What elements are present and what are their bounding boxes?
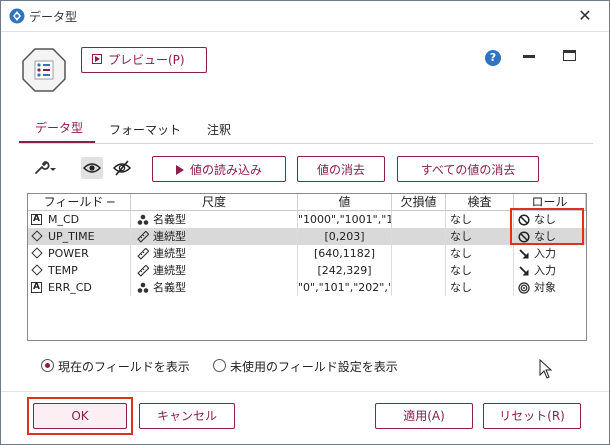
missing-cell[interactable] [392,245,446,262]
values-cell[interactable]: "1000","1001","1... [298,211,392,228]
field-name: UP_TIME [48,230,95,243]
string-type-icon: A [31,282,42,293]
input-role-icon [519,249,529,259]
table-row[interactable]: A M_CD 名義型 "1000","1001","1... なし なし [28,211,586,228]
footer-divider [1,391,609,392]
field-name: POWER [48,247,89,260]
data-type-dialog: データ型 ✕ プレビュー(P) ? データ型 フォーマット 注釈 値の読み込み … [0,0,610,445]
type-node-icon [22,48,66,92]
values-cell[interactable]: [242,329] [298,262,392,279]
role-highlight-box [510,208,584,245]
string-type-icon: A [31,214,42,225]
column-header-missing[interactable]: 欠損値 [392,194,446,211]
column-header-measure[interactable]: 尺度 [131,194,298,211]
missing-cell[interactable] [392,279,446,296]
role-label[interactable]: 対象 [534,279,556,296]
title-divider [1,31,609,32]
preview-label: プレビュー(P) [108,53,185,67]
reset-button[interactable]: リセット(R) [483,403,581,429]
maximize-icon[interactable] [563,50,576,61]
measure-label: 名義型 [153,281,186,294]
nominal-icon [137,214,149,225]
table-row[interactable]: A ERR_CD 名義型 "0","101","202","... なし 対象 [28,279,586,296]
apply-button[interactable]: 適用(A) [375,403,473,429]
table-row[interactable]: TEMP 連続型 [242,329] なし 入力 [28,262,586,279]
show-current-fields-label[interactable]: 現在のフィールドを表示 [58,358,190,375]
values-cell[interactable]: [640,1182] [298,245,392,262]
show-unused-settings-radio[interactable] [213,359,226,372]
role-label[interactable]: 入力 [534,245,556,262]
app-logo-icon [9,8,25,24]
role-label[interactable]: 入力 [534,262,556,279]
target-role-icon [518,282,530,294]
check-cell[interactable]: なし [446,279,514,296]
minimize-icon[interactable] [523,55,535,58]
measure-label: 連続型 [153,230,186,243]
show-unused-settings-label[interactable]: 未使用のフィールド設定を表示 [230,358,398,375]
tab-format[interactable]: フォーマット [109,121,181,138]
real-type-icon [31,230,43,242]
tab-data-type[interactable]: データ型 [35,119,83,136]
missing-cell[interactable] [392,262,446,279]
values-cell[interactable]: [0,203] [298,228,392,245]
clear-all-values-button[interactable]: すべての値の消去 [397,156,539,182]
values-cell[interactable]: "0","101","202","... [298,279,392,296]
measure-label: 名義型 [153,213,186,226]
continuous-icon [137,248,149,260]
input-role-icon [519,266,529,276]
check-cell[interactable]: なし [446,228,514,245]
table-row[interactable]: POWER 連続型 [640,1182] なし 入力 [28,245,586,262]
real-type-icon [31,247,43,259]
clear-values-button[interactable]: 値の消去 [297,156,385,182]
show-current-fields-radio[interactable] [41,359,54,372]
check-cell[interactable]: なし [446,262,514,279]
measure-label: 連続型 [153,247,186,260]
preview-button[interactable]: プレビュー(P) [81,47,207,73]
window-title: データ型 [29,10,78,24]
show-fields-toggle[interactable] [81,157,103,179]
missing-cell[interactable] [392,211,446,228]
column-header-check[interactable]: 検査 [446,194,514,211]
tab-divider [19,143,593,144]
continuous-icon [137,265,149,277]
wrench-menu-icon[interactable] [33,160,57,176]
play-icon [175,164,184,175]
column-header-values[interactable]: 値 [298,194,392,211]
eye-icon [82,163,102,173]
title-bar: データ型 ✕ [1,1,609,31]
field-name: M_CD [48,213,80,226]
hide-fields-icon[interactable] [111,157,133,179]
missing-cell[interactable] [392,228,446,245]
check-cell[interactable]: なし [446,245,514,262]
preview-icon [92,54,102,64]
real-type-icon [31,264,43,276]
field-type-table: フィールド ─ 尺度 値 欠損値 検査 ロール A M_CD 名義型 "1000… [27,193,587,341]
nominal-icon [137,282,149,293]
ok-highlight-box [27,397,133,435]
read-values-label: 値の読み込み [189,163,262,177]
cancel-button[interactable]: キャンセル [139,403,235,429]
check-cell[interactable]: なし [446,211,514,228]
field-name: TEMP [48,264,78,277]
mouse-cursor-icon [539,359,553,379]
table-row[interactable]: UP_TIME 連続型 [0,203] なし なし [28,228,586,245]
field-name: ERR_CD [48,281,92,294]
read-values-button[interactable]: 値の読み込み [152,156,286,182]
continuous-icon [137,231,149,243]
close-icon[interactable]: ✕ [573,5,597,27]
tab-annotation[interactable]: 注釈 [207,121,231,138]
column-header-field[interactable]: フィールド ─ [28,194,131,211]
help-icon[interactable]: ? [485,50,501,66]
measure-label: 連続型 [153,264,186,277]
